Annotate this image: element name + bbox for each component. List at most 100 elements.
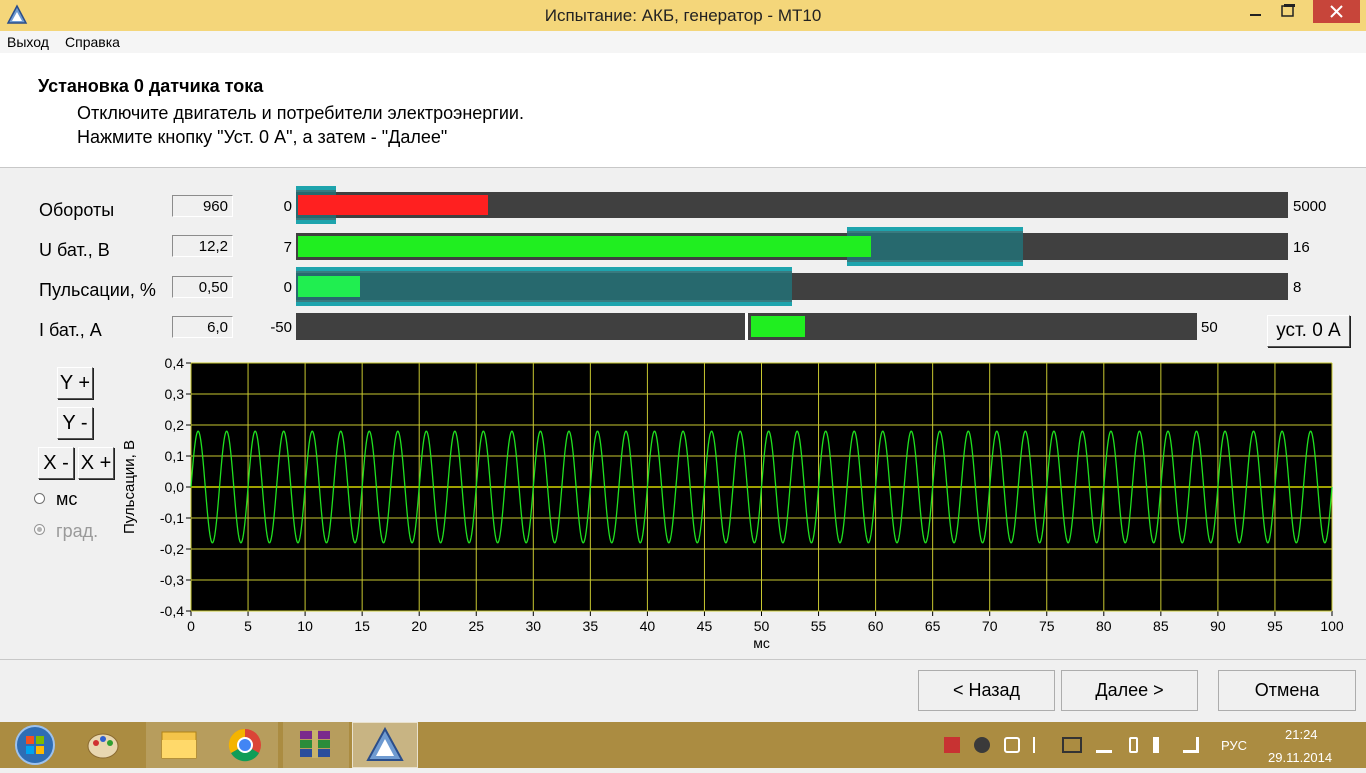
- x-tick-label: 75: [1039, 618, 1055, 634]
- gauge-max: 16: [1293, 239, 1310, 256]
- x-tick-label: 85: [1153, 618, 1169, 634]
- gauge-value: 960: [172, 195, 233, 217]
- x-tick-label: 45: [697, 618, 713, 634]
- radio-degrees-label: град.: [56, 521, 99, 541]
- flag-icon[interactable]: [1033, 737, 1049, 753]
- y-tick-label: 0,0: [165, 479, 185, 495]
- chrome-taskbar-item[interactable]: [212, 722, 278, 768]
- mt10-taskbar-item[interactable]: [352, 722, 418, 768]
- signal-icon[interactable]: [1183, 737, 1199, 753]
- x-zoom-out-button[interactable]: X -: [38, 447, 74, 479]
- winrar-taskbar-item[interactable]: [283, 722, 349, 768]
- x-tick-label: 65: [925, 618, 941, 634]
- y-tick-label: 0,3: [165, 386, 185, 402]
- x-tick-label: 40: [640, 618, 656, 634]
- phone-icon[interactable]: [1004, 737, 1020, 753]
- gauge-min: 0: [283, 198, 292, 215]
- y-tick-label: 0,4: [165, 355, 185, 371]
- gauge-normal-zone: [847, 227, 1024, 266]
- pdf-icon[interactable]: [944, 737, 960, 753]
- x-tick-label: 90: [1210, 618, 1226, 634]
- gauge-max: 8: [1293, 279, 1302, 296]
- gauge-label: I бат., А: [39, 320, 102, 340]
- gauge-bar: [296, 267, 1288, 306]
- step-title: Установка 0 датчика тока: [38, 76, 264, 96]
- y-zoom-out-button[interactable]: Y -: [57, 407, 93, 439]
- gauge-value: 12,2: [172, 235, 233, 257]
- gauge-bar: [296, 186, 1288, 224]
- x-tick-label: 100: [1320, 618, 1344, 634]
- x-tick-label: 50: [754, 618, 770, 634]
- x-tick-label: 15: [354, 618, 370, 634]
- minimize-icon[interactable]: [1240, 0, 1272, 22]
- menu-item-exit[interactable]: Выход: [7, 34, 49, 50]
- globe-icon[interactable]: [974, 737, 990, 753]
- gauge-zero-marker: [744, 313, 748, 340]
- gauge-label: Пульсации, %: [39, 280, 156, 300]
- radio-ms[interactable]: [34, 493, 45, 504]
- monitor-icon[interactable]: [1062, 737, 1082, 753]
- gauge-fill: [298, 236, 872, 257]
- back-button[interactable]: < Назад: [918, 670, 1055, 711]
- next-button[interactable]: Далее >: [1061, 670, 1198, 711]
- y-axis-label: Пульсации, В: [121, 440, 138, 534]
- paint-icon[interactable]: [83, 726, 123, 764]
- radio-ms-label: мс: [56, 489, 78, 509]
- gauge-min: 7: [283, 239, 292, 256]
- y-tick-label: -0,3: [160, 572, 184, 588]
- gauge-bar: [296, 313, 1197, 340]
- x-zoom-in-button[interactable]: X +: [78, 447, 114, 479]
- x-axis-label: мс: [753, 635, 770, 651]
- x-tick-label: 0: [187, 618, 195, 634]
- radio-degrees[interactable]: [34, 524, 45, 535]
- x-tick-label: 35: [583, 618, 599, 634]
- window-title: Испытание: АКБ, генератор - МТ10: [544, 6, 822, 25]
- x-tick-label: 10: [297, 618, 313, 634]
- x-tick-label: 55: [811, 618, 827, 634]
- gauge-label: U бат., В: [39, 240, 110, 260]
- instruction-line-1: Отключите двигатель и потребители электр…: [77, 103, 524, 123]
- menu-bar: Выход Справка: [0, 31, 1366, 53]
- instructions-panel: Установка 0 датчика тока Отключите двига…: [0, 53, 1366, 168]
- x-tick-label: 80: [1096, 618, 1112, 634]
- instruction-line-2: Нажмите кнопку "Уст. 0 А", а затем - "Да…: [77, 127, 448, 147]
- volume-icon[interactable]: [1153, 737, 1169, 753]
- cancel-button[interactable]: Отмена: [1218, 670, 1356, 711]
- clock-time[interactable]: 21:24: [1285, 727, 1318, 742]
- x-tick-label: 70: [982, 618, 998, 634]
- title-bar: Испытание: АКБ, генератор - МТ10: [0, 0, 1366, 31]
- explorer-taskbar-item[interactable]: [146, 722, 212, 768]
- set-zero-button[interactable]: уст. 0 А: [1267, 315, 1350, 347]
- clock-date[interactable]: 29.11.2014: [1268, 750, 1332, 765]
- gauge-max: 50: [1201, 319, 1218, 336]
- menu-item-help[interactable]: Справка: [65, 34, 120, 50]
- x-tick-label: 60: [868, 618, 884, 634]
- network-icon[interactable]: [1096, 737, 1112, 753]
- close-icon[interactable]: [1313, 0, 1360, 23]
- x-tick-label: 5: [244, 618, 252, 634]
- y-tick-label: 0,1: [165, 448, 185, 464]
- footer-separator: [0, 659, 1366, 660]
- x-tick-label: 30: [526, 618, 542, 634]
- language-indicator[interactable]: РУС: [1221, 738, 1247, 753]
- gauge-min: -50: [270, 319, 292, 336]
- gauge-fill: [298, 276, 360, 297]
- battery-icon[interactable]: [1129, 737, 1138, 753]
- y-zoom-in-button[interactable]: Y +: [57, 367, 93, 399]
- x-tick-label: 20: [411, 618, 427, 634]
- gauge-value: 0,50: [172, 276, 233, 298]
- gauge-value: 6,0: [172, 316, 233, 338]
- start-button-icon[interactable]: [10, 722, 60, 768]
- x-tick-label: 25: [468, 618, 484, 634]
- gauge-min: 0: [283, 279, 292, 296]
- y-tick-label: -0,2: [160, 541, 184, 557]
- x-tick-label: 95: [1267, 618, 1283, 634]
- gauge-fill: [298, 195, 489, 215]
- chrome-icon: [228, 728, 261, 762]
- gauge-label: Обороты: [39, 200, 115, 220]
- gauge-fill: [750, 316, 805, 337]
- maximize-icon[interactable]: [1272, 0, 1304, 22]
- mt10-app-icon: [366, 726, 404, 761]
- winrar-icon: [300, 730, 330, 758]
- y-tick-label: 0,2: [165, 417, 185, 433]
